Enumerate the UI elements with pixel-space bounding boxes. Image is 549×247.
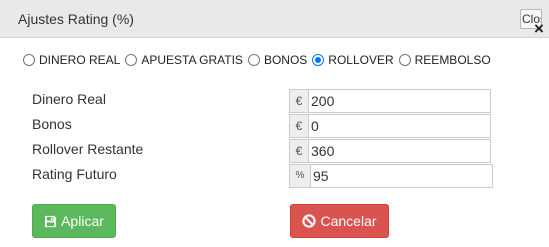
dialog-header: Ajustes Rating (%) Close × (0, 0, 549, 38)
radio-option-apuesta-gratis[interactable]: APUESTA GRATIS (125, 53, 243, 67)
ban-icon (302, 214, 317, 228)
radio-bonos[interactable] (247, 54, 260, 66)
cancel-button[interactable]: Cancelar (290, 204, 389, 238)
euro-addon: € (289, 89, 308, 113)
radio-dinero-real[interactable] (23, 54, 35, 66)
radio-option-rollover[interactable]: ROLLOVER (312, 53, 394, 67)
radio-label-reembolso: REEMBOLSO (414, 53, 491, 67)
cancel-label: Cancelar (320, 213, 377, 229)
radio-apuesta-gratis[interactable] (125, 54, 138, 66)
dinero-real-label: Dinero Real (32, 91, 106, 107)
radio-option-reembolso[interactable]: REEMBOLSO (398, 53, 491, 67)
radio-rollover[interactable] (312, 54, 325, 66)
radio-reembolso[interactable] (398, 54, 411, 66)
dinero-real-input[interactable]: 200 (308, 89, 491, 113)
rollover-label: Rollover Restante (32, 141, 144, 157)
euro-addon: € (289, 114, 308, 138)
rollover-input[interactable]: 360 (308, 139, 491, 163)
apply-button[interactable]: Aplicar (32, 204, 116, 238)
percent-addon: % (289, 164, 310, 188)
close-icon[interactable]: × (534, 20, 544, 37)
bonos-input[interactable]: 0 (308, 114, 491, 138)
apply-label: Aplicar (61, 213, 104, 229)
rating-futuro-label: Rating Futuro (32, 166, 117, 182)
rating-futuro-input[interactable]: 95 (310, 164, 493, 188)
radio-label-dinero-real: DINERO REAL (39, 53, 121, 67)
save-icon (45, 215, 57, 227)
radio-label-bonos: BONOS (263, 53, 308, 67)
radio-option-bonos[interactable]: BONOS (247, 53, 308, 67)
radio-label-apuesta-gratis: APUESTA GRATIS (141, 53, 243, 67)
radio-option-dinero-real[interactable]: DINERO REAL (23, 53, 120, 67)
bet-type-radio-group: DINERO REAL APUESTA GRATIS BONOS ROLLOVE… (23, 51, 496, 69)
dialog-title: Ajustes Rating (%) (18, 11, 134, 27)
euro-addon: € (289, 139, 308, 163)
radio-label-rollover: ROLLOVER (328, 53, 394, 67)
bonos-label: Bonos (32, 116, 72, 132)
